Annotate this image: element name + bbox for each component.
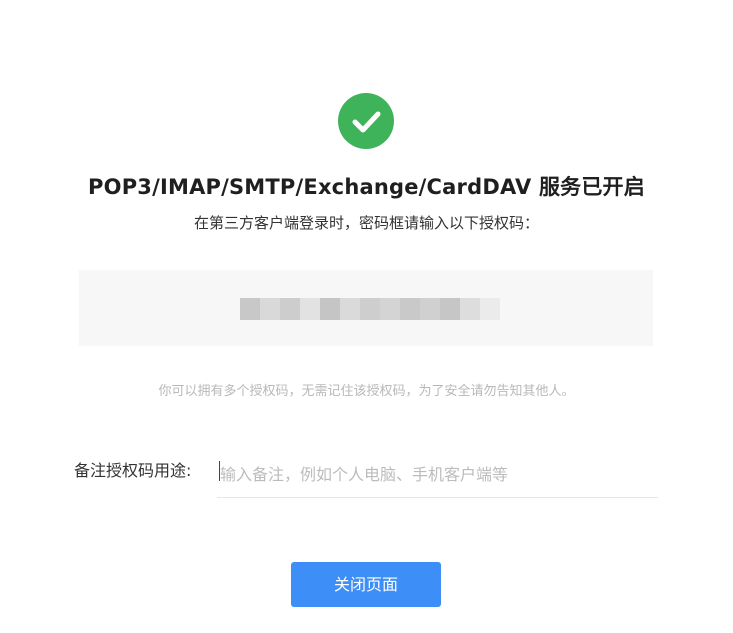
check-icon	[352, 111, 381, 133]
page-title: POP3/IMAP/SMTP/Exchange/CardDAV 服务已开启	[88, 175, 645, 199]
text-caret	[219, 461, 220, 481]
instruction-text: 在第三方客户端登录时，密码框请输入以下授权码：	[193, 214, 539, 232]
success-check-icon	[338, 93, 394, 149]
auth-code-box	[79, 270, 653, 346]
security-hint: 你可以拥有多个授权码，无需记住该授权码，为了安全请勿告知其他人。	[158, 384, 575, 399]
remark-label: 备注授权码用途:	[74, 461, 192, 480]
auth-code-masked	[240, 298, 500, 320]
remark-input[interactable]	[217, 452, 658, 498]
close-page-button[interactable]: 关闭页面	[291, 562, 441, 607]
